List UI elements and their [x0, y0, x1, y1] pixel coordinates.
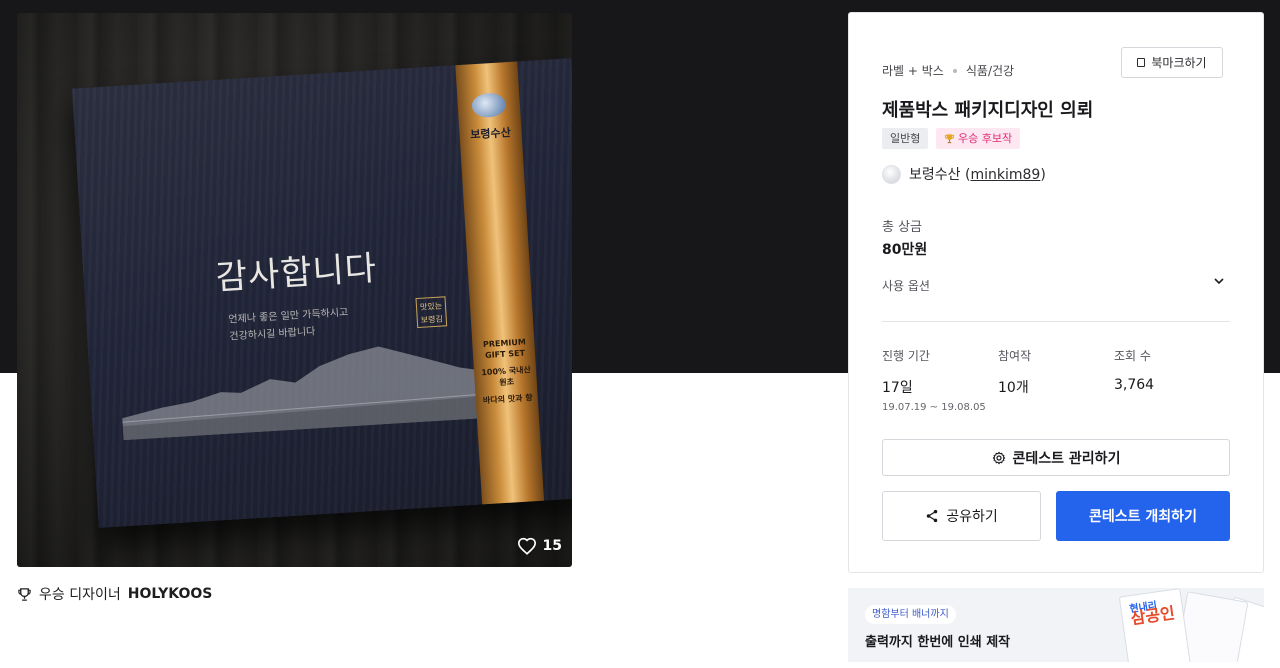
divider [882, 321, 1230, 322]
like-button[interactable]: 15 [517, 537, 562, 555]
ad-card-image: 현내리 삼공인 [1118, 588, 1192, 662]
bookmark-label: 북마크하기 [1151, 56, 1207, 70]
host-name: 보령수산 (minkim89) [909, 167, 1046, 183]
stat-entries: 참여작 10개 [998, 347, 1108, 397]
stat-period: 진행 기간 17일 19.07.19 ~ 19.08.05 [882, 347, 992, 413]
heart-icon [517, 537, 536, 555]
period-label: 진행 기간 [882, 349, 930, 363]
category-breadcrumb: 라벨 + 박스 식품/건강 [882, 62, 1014, 79]
views-value: 3,764 [1114, 377, 1155, 393]
prize-label: 총 상금 [882, 220, 923, 235]
box-origin-text: 100% 국내산 원초 [481, 365, 532, 388]
trophy-icon [944, 134, 955, 144]
views-label: 조회 수 [1114, 349, 1151, 363]
like-count: 15 [542, 538, 562, 554]
share-button[interactable]: 공유하기 [882, 491, 1041, 541]
entries-label: 참여작 [998, 349, 1032, 363]
contest-type-badge: 일반형 [882, 128, 929, 149]
stat-views: 조회 수 3,764 [1114, 347, 1224, 393]
share-icon [926, 509, 938, 523]
category-main[interactable]: 라벨 + 박스 [882, 62, 944, 79]
winner-designer: 우승 디자이너 HOLYKOOS [17, 584, 212, 604]
box-premium-text: PREMIUM GIFT SET [482, 337, 527, 360]
ad-tag: 명함부터 배너까지 [865, 605, 956, 624]
ad-card-text: 삼공인 [1129, 603, 1176, 629]
period-value: 17일 [882, 380, 913, 396]
box-title: 감사합니다 [214, 248, 379, 299]
avatar [882, 164, 901, 184]
winning-design-image[interactable]: 감사합니다 언제나 좋은 일만 가득하시고 건강하시길 바랍니다 맛있는 보령김… [17, 13, 572, 567]
contest-info-panel: 라벨 + 박스 식품/건강 북마크하기 제품박스 패키지디자인 의뢰 일반형 우… [848, 12, 1264, 573]
winner-label: 우승 디자이너 [39, 587, 121, 603]
host-info[interactable]: 보령수산 (minkim89) [882, 164, 1046, 184]
winner-candidate-badge: 우승 후보작 [936, 128, 1021, 149]
bookmark-icon [1137, 58, 1146, 67]
share-label: 공유하기 [946, 509, 998, 525]
gear-icon [992, 451, 1005, 464]
box-stamp: 맛있는 보령김 [415, 296, 448, 329]
print-ad-banner[interactable]: 명함부터 배너까지 출력까지 한번에 인쇄 제작 현내리 삼공인 [848, 588, 1264, 662]
ad-text: 출력까지 한번에 인쇄 제작 [865, 635, 1011, 650]
period-dates: 19.07.19 ~ 19.08.05 [882, 402, 986, 413]
usage-options-label[interactable]: 사용 옵션 [882, 277, 930, 294]
entries-value: 10개 [998, 380, 1029, 396]
host-name-text: 보령수산 [909, 167, 961, 183]
host-id[interactable]: minkim89 [970, 167, 1040, 183]
separator-dot [952, 68, 957, 73]
gift-box: 감사합니다 언제나 좋은 일만 가득하시고 건강하시길 바랍니다 맛있는 보령김… [72, 58, 572, 528]
manage-contest-button[interactable]: 콘테스트 관리하기 [882, 439, 1230, 476]
contest-title: 제품박스 패키지디자인 의뢰 [882, 100, 1094, 121]
prize-value: 80만원 [882, 242, 928, 258]
winner-name[interactable]: HOLYKOOS [128, 586, 213, 602]
category-sub[interactable]: 식품/건강 [966, 62, 1014, 79]
host-contest-button[interactable]: 콘테스트 개최하기 [1056, 491, 1230, 541]
bookmark-button[interactable]: 북마크하기 [1121, 47, 1223, 78]
manage-contest-label: 콘테스트 관리하기 [1012, 450, 1121, 467]
winner-candidate-label: 우승 후보작 [958, 132, 1013, 145]
chevron-down-icon[interactable] [1213, 275, 1225, 287]
trophy-icon [18, 587, 31, 601]
box-premium: PREMIUM GIFT SET 100% 국내산 원초 바다의 맛과 향 [478, 336, 534, 406]
